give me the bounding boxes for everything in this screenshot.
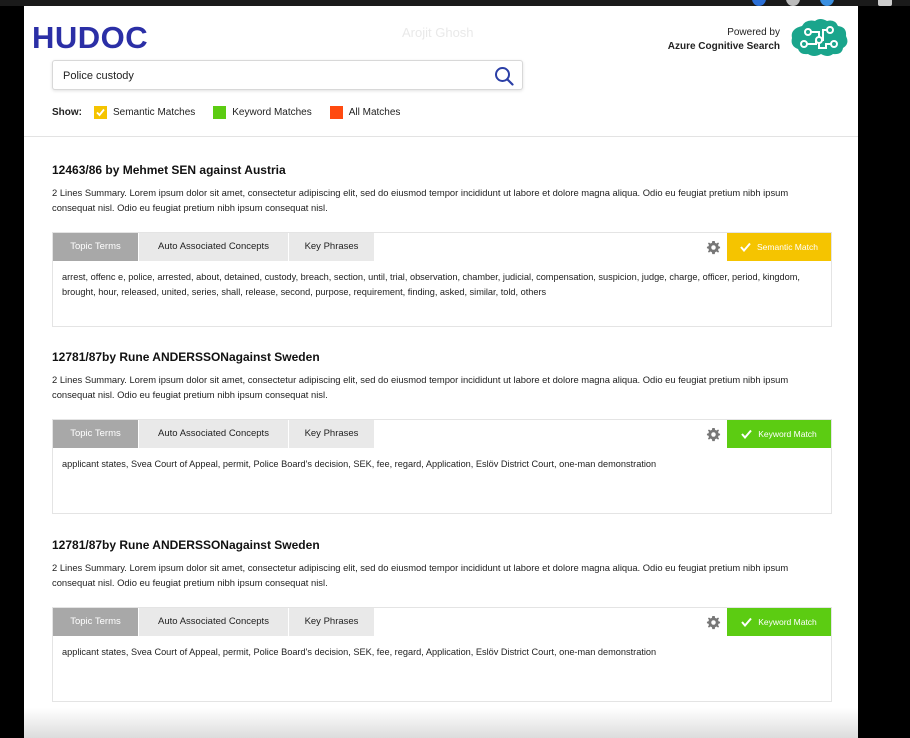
powered-by-label: Powered by	[727, 27, 780, 38]
gear-icon[interactable]	[706, 240, 721, 255]
semantic-checkbox[interactable]	[94, 105, 107, 119]
search-icon[interactable]	[494, 66, 514, 86]
tab-topic-terms[interactable]: Topic Terms	[53, 420, 139, 448]
topic-terms-text: arrest, offenc e, police, arrested, abou…	[62, 272, 800, 297]
keyword-checkbox[interactable]	[213, 105, 227, 119]
tab-auto-associated-concepts[interactable]: Auto Associated Concepts	[139, 233, 289, 261]
result-title[interactable]: 12781/87by Rune ANDERSSONagainst Sweden	[52, 538, 832, 554]
page: HUDOC Arojit Ghosh Powered by Azure Cogn…	[24, 6, 858, 738]
gear-icon[interactable]	[706, 427, 721, 442]
topic-terms-text: applicant states, Svea Court of Appeal, …	[62, 459, 657, 469]
result-tabs: Topic Terms Auto Associated Concepts Key…	[53, 233, 375, 261]
filter-keyword-matches[interactable]: Keyword Matches	[213, 105, 312, 119]
match-badge-label: Semantic Match	[757, 242, 818, 252]
result-summary: 2 Lines Summary. Lorem ipsum dolor sit a…	[52, 187, 789, 213]
header: HUDOC Arojit Ghosh Powered by Azure Cogn…	[24, 6, 858, 137]
match-badge-label: Keyword Match	[758, 429, 817, 439]
azure-cognitive-brain-icon	[791, 19, 848, 56]
tab-topic-terms[interactable]: Topic Terms	[53, 608, 139, 636]
match-badge-label: Keyword Match	[758, 617, 817, 627]
result-item: 12781/87by Rune ANDERSSONagainst Sweden …	[52, 538, 832, 702]
tab-key-phrases[interactable]: Key Phrases	[289, 608, 375, 636]
result-tabs: Topic Terms Auto Associated Concepts Key…	[53, 608, 375, 636]
match-filter-row: Show: Semantic Matches Keyword Matches A…	[52, 104, 418, 120]
checkmark-icon	[740, 242, 751, 252]
result-terms-card: Topic Terms Auto Associated Concepts Key…	[52, 607, 832, 702]
result-summary: 2 Lines Summary. Lorem ipsum dolor sit a…	[52, 562, 789, 588]
powered-by: Powered by Azure Cognitive Search	[668, 26, 780, 54]
checkmark-icon	[741, 429, 752, 439]
search-box	[52, 60, 523, 90]
checkmark-icon	[741, 617, 752, 627]
result-terms-card: Topic Terms Auto Associated Concepts Key…	[52, 419, 832, 514]
result-summary: 2 Lines Summary. Lorem ipsum dolor sit a…	[52, 374, 789, 400]
result-item: 12781/87by Rune ANDERSSONagainst Sweden …	[52, 350, 832, 514]
result-title[interactable]: 12781/87by Rune ANDERSSONagainst Sweden	[52, 350, 832, 366]
show-label: Show:	[52, 106, 82, 118]
match-badge: Keyword Match	[727, 608, 831, 636]
search-input[interactable]	[63, 67, 483, 85]
match-badge: Semantic Match	[727, 233, 831, 261]
tab-auto-associated-concepts[interactable]: Auto Associated Concepts	[139, 420, 289, 448]
checkmark-icon	[96, 108, 105, 116]
bottom-fade	[24, 708, 858, 738]
match-badge: Keyword Match	[727, 420, 831, 448]
all-matches-label: All Matches	[348, 106, 401, 118]
logo[interactable]: HUDOC	[32, 20, 148, 56]
tab-key-phrases[interactable]: Key Phrases	[289, 420, 375, 448]
user-name[interactable]: Arojit Ghosh	[402, 25, 474, 40]
all-matches-checkbox[interactable]	[329, 105, 343, 119]
gear-icon[interactable]	[706, 615, 721, 630]
browser-extension-icon[interactable]	[878, 0, 892, 6]
result-item: 12463/86 by Mehmet SEN against Austria 2…	[52, 163, 832, 327]
keyword-matches-label: Keyword Matches	[232, 106, 312, 118]
semantic-matches-label: Semantic Matches	[113, 106, 196, 118]
tab-topic-terms[interactable]: Topic Terms	[53, 233, 139, 261]
result-tabs: Topic Terms Auto Associated Concepts Key…	[53, 420, 375, 448]
result-title[interactable]: 12463/86 by Mehmet SEN against Austria	[52, 163, 832, 179]
filter-all-matches[interactable]: All Matches	[329, 105, 401, 119]
topic-terms-text: applicant states, Svea Court of Appeal, …	[62, 647, 657, 657]
filter-semantic-matches[interactable]: Semantic Matches	[94, 105, 196, 119]
result-terms-card: Topic Terms Auto Associated Concepts Key…	[52, 232, 832, 327]
tab-key-phrases[interactable]: Key Phrases	[289, 233, 375, 261]
tab-auto-associated-concepts[interactable]: Auto Associated Concepts	[139, 608, 289, 636]
powered-by-brand: Azure Cognitive Search	[667, 41, 780, 52]
